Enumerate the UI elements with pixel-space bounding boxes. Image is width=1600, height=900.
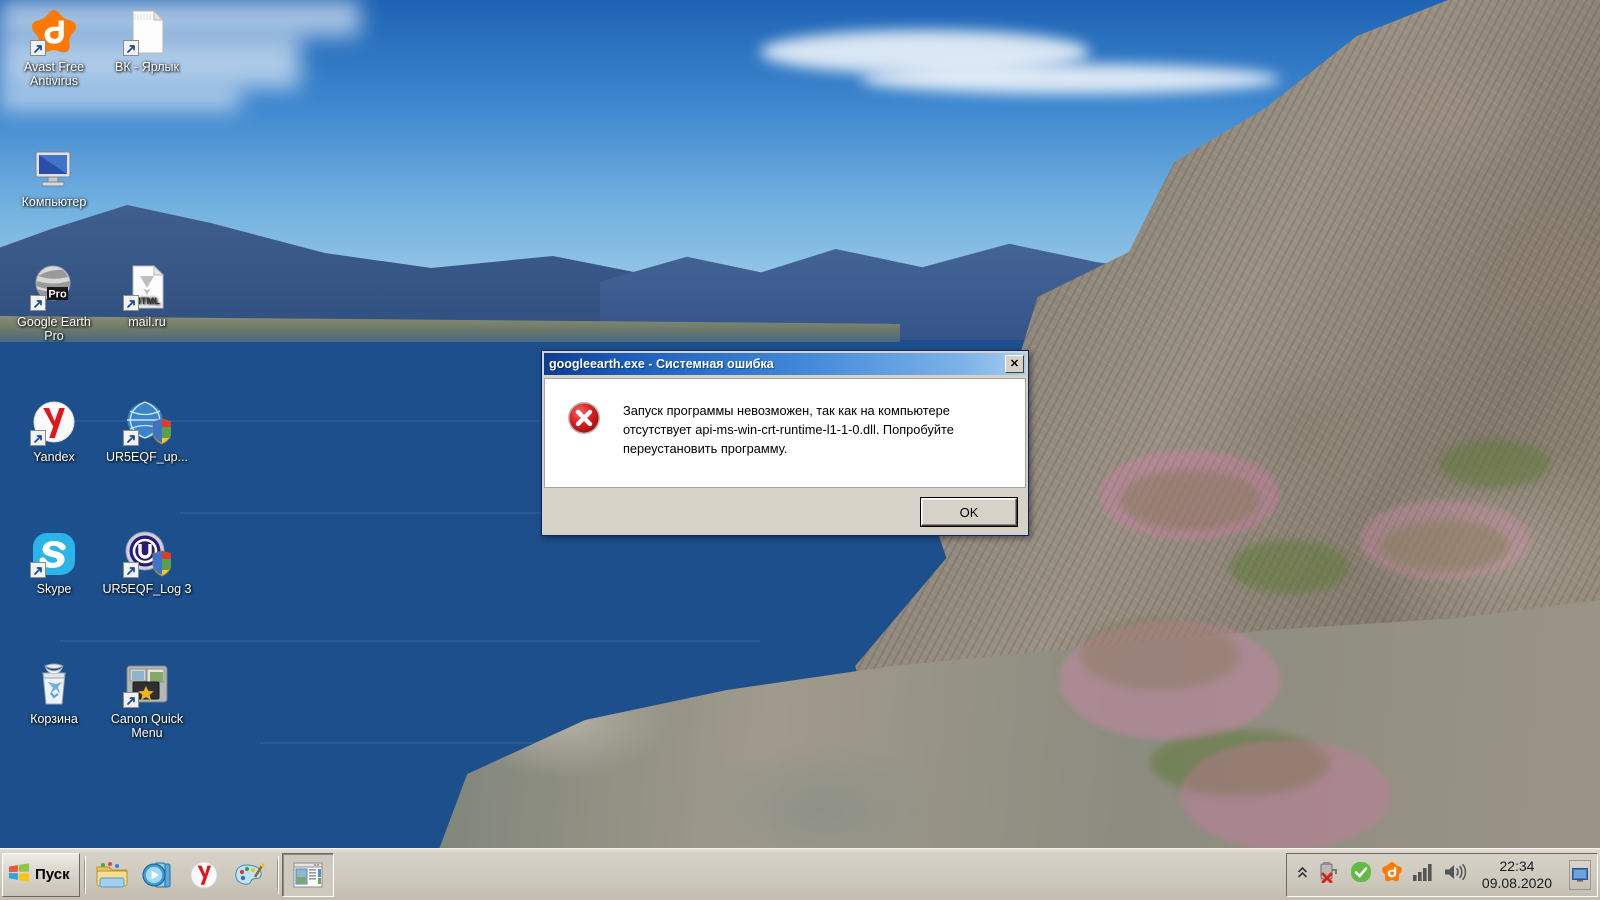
desktop-icon-mail-ru[interactable]: HTML mail.ru — [101, 263, 193, 329]
flower-cluster — [1180, 740, 1390, 850]
desktop-icon-vk-shortcut[interactable]: ВК - Ярлык — [101, 8, 193, 74]
system-error-dialog[interactable]: googleearth.exe - Системная ошибка ✕ Зап… — [541, 350, 1029, 536]
html-document-icon: HTML — [123, 263, 171, 311]
desktop-icon-label: Canon Quick Menu — [110, 712, 184, 740]
desktop-icon-skype[interactable]: Skype — [8, 530, 100, 596]
shortcut-arrow-icon — [123, 295, 139, 311]
computer-icon — [30, 143, 78, 191]
avast-icon[interactable] — [1381, 861, 1403, 888]
dialog-body: Запуск программы невозможен, так как на … — [544, 378, 1026, 488]
dialog-footer: OK — [544, 488, 1026, 536]
taskbar-divider — [276, 855, 278, 894]
show-desktop-button[interactable] — [1569, 859, 1591, 890]
skype-icon — [30, 530, 78, 578]
desktop-icon-label: Yandex — [33, 450, 75, 464]
shortcut-arrow-icon — [123, 562, 139, 578]
clock-date: 09.08.2020 — [1481, 874, 1552, 891]
desktop-icon-computer[interactable]: Компьютер — [8, 143, 100, 209]
speaker-icon[interactable] — [1443, 862, 1467, 887]
green-check-icon[interactable] — [1350, 861, 1372, 888]
taskbar-task-active-window[interactable] — [281, 852, 334, 897]
desktop-icon-yandex[interactable]: Yandex — [8, 398, 100, 464]
flower-cluster — [1060, 620, 1280, 740]
chevron-up-icon[interactable] — [1297, 866, 1308, 883]
desktop-icon-label: Корзина — [30, 712, 78, 726]
dialog-title: googleearth.exe - Системная ошибка — [549, 357, 774, 371]
taskbar-divider — [83, 855, 85, 894]
desktop-icon-canon-quick-menu[interactable]: Canon Quick Menu — [101, 660, 193, 740]
shortcut-arrow-icon — [123, 692, 139, 708]
shortcut-arrow-icon — [30, 562, 46, 578]
desktop-icon-label: UR5EQF_up... — [106, 450, 188, 464]
shortcut-arrow-icon — [123, 40, 139, 56]
desktop-icon-label: UR5EQF_Log 3 — [102, 582, 192, 596]
flower-cluster — [1360, 500, 1530, 580]
desktop[interactable]: Avast Free Antivirus ВК - Ярлык Компьюте… — [0, 0, 1600, 900]
windows-flag-icon — [8, 862, 30, 887]
desktop-icon-ur5eqf-up[interactable]: UR5EQF_up... — [101, 398, 193, 464]
signal-bars-icon[interactable] — [1412, 862, 1434, 887]
close-icon[interactable]: ✕ — [1005, 355, 1024, 373]
desktop-icon-google-earth-pro[interactable]: Pro Google Earth Pro — [8, 263, 100, 343]
desktop-icon-label: Avast Free Antivirus — [23, 60, 85, 88]
error-circle-icon — [567, 401, 601, 435]
yandex-icon — [30, 398, 78, 446]
quicklaunch-windows-media-player[interactable] — [135, 853, 181, 897]
quicklaunch-windows-explorer[interactable] — [89, 853, 135, 897]
desktop-icon-label: Компьютер — [21, 195, 87, 209]
canon-quick-menu-icon — [123, 660, 171, 708]
start-button[interactable]: Пуск — [2, 852, 80, 897]
cloud-shape — [0, 88, 240, 110]
desktop-icon-label: Google Earth Pro — [17, 315, 91, 343]
ur5eqf-shield-icon — [123, 530, 172, 578]
shortcut-arrow-icon — [30, 430, 46, 446]
google-earth-icon: Pro — [30, 263, 78, 311]
flower-cluster — [1100, 450, 1280, 540]
avast-icon — [30, 8, 78, 56]
moss-patch — [1440, 440, 1550, 488]
desktop-icon-ur5eqf-log-3[interactable]: UR5EQF_Log 3 — [101, 530, 193, 596]
desktop-icon-label: mail.ru — [128, 315, 166, 329]
globe-shield-icon — [123, 398, 172, 446]
clock[interactable]: 22:34 09.08.2020 — [1476, 858, 1558, 892]
ok-button[interactable]: OK — [921, 498, 1017, 526]
desktop-icon-recycle-bin[interactable]: Корзина — [8, 660, 100, 726]
cloud-shape — [860, 64, 1280, 94]
shortcut-arrow-icon — [30, 40, 46, 56]
shortcut-arrow-icon — [30, 295, 46, 311]
device-remove-error-icon[interactable] — [1317, 861, 1341, 888]
dialog-titlebar[interactable]: googleearth.exe - Системная ошибка ✕ — [544, 353, 1026, 375]
moss-patch — [1230, 540, 1350, 594]
desktop-icon-avast-free-antivirus[interactable]: Avast Free Antivirus — [8, 8, 100, 88]
desktop-icon-label: Skype — [36, 582, 72, 596]
start-button-label: Пуск — [35, 866, 70, 883]
quicklaunch-yandex-browser[interactable] — [181, 853, 227, 897]
document-icon — [123, 8, 171, 56]
system-tray[interactable]: 22:34 09.08.2020 — [1285, 852, 1598, 897]
recycle-bin-icon — [30, 660, 78, 708]
water-highlight — [60, 640, 760, 642]
dialog-message: Запуск программы невозможен, так как на … — [623, 403, 954, 456]
svg-text:Pro: Pro — [48, 288, 67, 300]
taskbar[interactable]: Пуск 22:34 09.08.2020 — [0, 848, 1600, 900]
quicklaunch-paint[interactable] — [227, 853, 273, 897]
desktop-icon-label: ВК - Ярлык — [114, 60, 180, 74]
shortcut-arrow-icon — [123, 430, 139, 446]
clock-time: 22:34 — [1499, 857, 1535, 874]
